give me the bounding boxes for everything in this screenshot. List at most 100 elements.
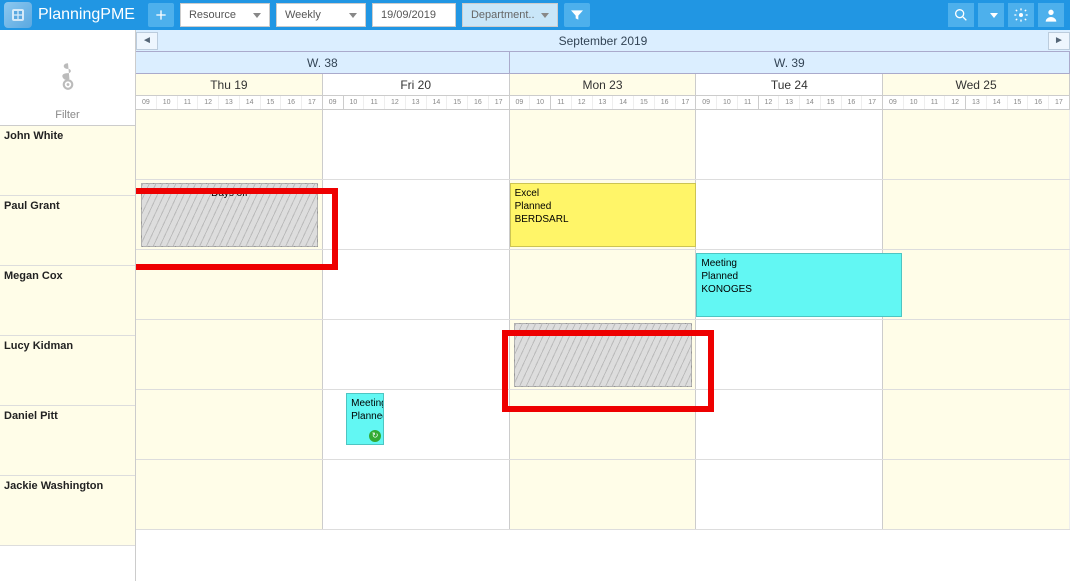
hour-header: 15 (821, 96, 842, 109)
hour-header: 10 (904, 96, 925, 109)
hour-header: 13 (406, 96, 427, 109)
top-toolbar: PlanningPME Resource Weekly 19/09/2019 D… (0, 0, 1070, 30)
resource-row[interactable]: Jackie Washington (0, 476, 135, 546)
week-header: W. 38 (136, 52, 510, 73)
hour-header: 10 (717, 96, 738, 109)
resource-row[interactable]: Megan Cox (0, 266, 135, 336)
hour-header: 12 (385, 96, 406, 109)
hour-header: 16 (1028, 96, 1049, 109)
search-button[interactable] (948, 3, 974, 27)
hour-header: 09 (136, 96, 157, 109)
hour-header: 11 (364, 96, 385, 109)
prev-button[interactable]: ◄ (136, 32, 158, 50)
hour-header: 12 (945, 96, 966, 109)
schedule-grid: ◄ September 2019 ► W. 38 W. 39 Thu 19Fri… (136, 30, 1070, 581)
sidebar: Filter John White Paul Grant Megan Cox L… (0, 30, 136, 581)
day-header: Fri 20 (323, 74, 510, 95)
settings-button[interactable] (1008, 3, 1034, 27)
event-line: Planned (351, 410, 379, 423)
filter-label: Filter (55, 109, 79, 121)
chevron-down-icon (349, 13, 357, 18)
chevron-down-icon (253, 13, 261, 18)
resource-row[interactable]: John White (0, 126, 135, 196)
hour-header: 11 (925, 96, 946, 109)
hour-header: 09 (510, 96, 531, 109)
date-input-value: 19/09/2019 (381, 9, 436, 21)
user-button[interactable] (1038, 3, 1064, 27)
grid-row[interactable] (136, 110, 1070, 180)
day-header: Thu 19 (136, 74, 323, 95)
filter-button[interactable] (564, 3, 590, 27)
grid-row[interactable] (136, 320, 1070, 390)
filter-logo-icon (51, 59, 85, 101)
hour-header: 16 (281, 96, 302, 109)
event-line: Planned (701, 270, 896, 283)
hour-header: 09 (696, 96, 717, 109)
hour-header: 14 (800, 96, 821, 109)
chevron-down-icon (990, 13, 998, 18)
resource-row[interactable]: Daniel Pitt (0, 406, 135, 476)
event-label: Days off (211, 188, 248, 199)
chevron-down-icon (541, 13, 549, 18)
event-line: BERDSARL (515, 213, 692, 226)
hour-header: 16 (468, 96, 489, 109)
event-excel[interactable]: Excel Planned BERDSARL (510, 183, 697, 247)
event-days-off[interactable]: Days off (141, 183, 318, 247)
event-line: KONOGES (701, 283, 896, 296)
hour-header: 12 (759, 96, 780, 109)
hour-header: 10 (344, 96, 365, 109)
event-meeting[interactable]: Meeting Planned ↻ (346, 393, 384, 445)
add-button[interactable] (148, 3, 174, 27)
filter-panel[interactable]: Filter (0, 30, 135, 126)
department-dropdown-label: Department.. (471, 9, 535, 21)
event-line: Meeting (351, 397, 379, 410)
hour-header: 13 (219, 96, 240, 109)
hour-header: 14 (987, 96, 1008, 109)
grid-row[interactable] (136, 460, 1070, 530)
hour-header: 15 (1008, 96, 1029, 109)
next-button[interactable]: ► (1048, 32, 1070, 50)
grid-row[interactable]: Meeting Planned KONOGES (136, 250, 1070, 320)
event-line: Meeting (701, 257, 896, 270)
grid-row[interactable]: Meeting Planned ↻ (136, 390, 1070, 460)
day-header: Mon 23 (510, 74, 697, 95)
hour-header: 13 (593, 96, 614, 109)
view-dropdown[interactable]: Weekly (276, 3, 366, 27)
grid-row[interactable]: Days off Excel Planned BERDSARL (136, 180, 1070, 250)
day-header: Tue 24 (696, 74, 883, 95)
hour-header: 09 (323, 96, 344, 109)
resource-row[interactable]: Paul Grant (0, 196, 135, 266)
event-line: Planned (515, 200, 692, 213)
view-dropdown-label: Weekly (285, 9, 321, 21)
week-header: W. 39 (510, 52, 1070, 73)
hour-header: 17 (676, 96, 697, 109)
hour-header: 14 (427, 96, 448, 109)
recurrence-icon: ↻ (369, 430, 381, 442)
hour-header: 13 (779, 96, 800, 109)
hour-header: 14 (613, 96, 634, 109)
hour-header: 14 (240, 96, 261, 109)
app-logo-icon (4, 2, 32, 28)
resource-row[interactable]: Lucy Kidman (0, 336, 135, 406)
hour-header: 12 (198, 96, 219, 109)
event-line: Excel (515, 187, 692, 200)
hour-header: 10 (530, 96, 551, 109)
hour-header: 13 (966, 96, 987, 109)
hour-header: 17 (862, 96, 883, 109)
event-unavailable[interactable] (514, 323, 691, 387)
menu-dropdown-button[interactable] (978, 3, 1004, 27)
hour-header: 11 (178, 96, 199, 109)
hour-header: 11 (551, 96, 572, 109)
hour-header: 17 (489, 96, 510, 109)
hour-header: 09 (883, 96, 904, 109)
resource-dropdown[interactable]: Resource (180, 3, 270, 27)
hour-header: 15 (261, 96, 282, 109)
hour-header: 15 (447, 96, 468, 109)
hour-header: 15 (634, 96, 655, 109)
event-meeting-konoges[interactable]: Meeting Planned KONOGES (696, 253, 901, 317)
date-input[interactable]: 19/09/2019 (372, 3, 456, 27)
hour-header: 16 (842, 96, 863, 109)
department-dropdown[interactable]: Department.. (462, 3, 558, 27)
hour-header: 12 (572, 96, 593, 109)
hour-header: 11 (738, 96, 759, 109)
